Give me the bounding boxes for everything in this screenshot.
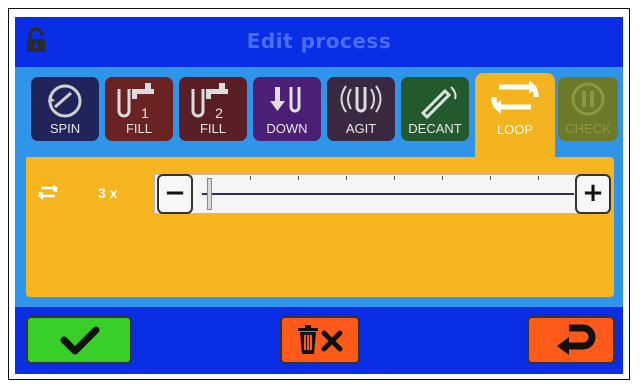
tab-label: AGIT <box>345 121 377 136</box>
tab-number: 1 <box>141 105 149 121</box>
slider-tick <box>250 176 251 180</box>
tab-agit[interactable]: AGIT <box>327 77 395 141</box>
tab-check[interactable]: CHECK <box>558 77 618 141</box>
slider-tick <box>442 176 443 180</box>
loop-icon <box>491 80 539 114</box>
tab-loop[interactable]: LOOP <box>475 73 555 162</box>
step-tabs: SPIN 1 FILL 2 FILL DOWN AGIT DECANT LOOP… <box>15 67 623 162</box>
slider-tick <box>346 176 347 180</box>
slider-tick <box>490 176 491 180</box>
slider-line <box>202 193 574 195</box>
tab-label: CHECK <box>565 121 611 136</box>
slider-tick <box>394 176 395 180</box>
slider-tick <box>298 176 299 180</box>
tab-label: DECANT <box>408 121 462 136</box>
tab-label: SPIN <box>49 121 81 136</box>
tab-label: FILL <box>125 121 152 136</box>
page-title: Edit process <box>246 29 392 53</box>
decrease-button[interactable]: − <box>157 174 193 214</box>
return-button[interactable] <box>527 316 615 364</box>
trash-x-icon <box>298 325 343 354</box>
return-arrow-icon <box>557 324 596 355</box>
checkmark-icon <box>60 326 100 355</box>
increase-button[interactable]: + <box>575 174 611 214</box>
tab-fill-1[interactable]: 1 FILL <box>105 77 173 141</box>
tab-label: FILL <box>199 121 226 136</box>
loop-icon <box>38 184 58 200</box>
delete-step-button[interactable] <box>280 316 360 364</box>
footer-bar <box>15 307 623 374</box>
tab-number: 2 <box>215 105 223 121</box>
loop-count: 3 x <box>98 185 118 201</box>
tab-down[interactable]: DOWN <box>253 77 321 141</box>
slider-handle[interactable] <box>207 178 212 210</box>
tab-spin[interactable]: SPIN <box>31 77 99 141</box>
tab-label: DOWN <box>266 121 308 136</box>
slider-tick <box>538 176 539 180</box>
tab-decant[interactable]: DECANT <box>401 77 469 141</box>
loop-settings-panel: 3 x − + <box>26 157 614 297</box>
header-bar: Edit process <box>15 17 623 67</box>
tab-label: LOOP <box>496 122 534 137</box>
screen: Edit process SPIN 1 FILL 2 FILL DOWN AGI… <box>15 17 623 374</box>
confirm-button[interactable] <box>26 316 132 364</box>
tab-fill-2[interactable]: 2 FILL <box>179 77 247 141</box>
